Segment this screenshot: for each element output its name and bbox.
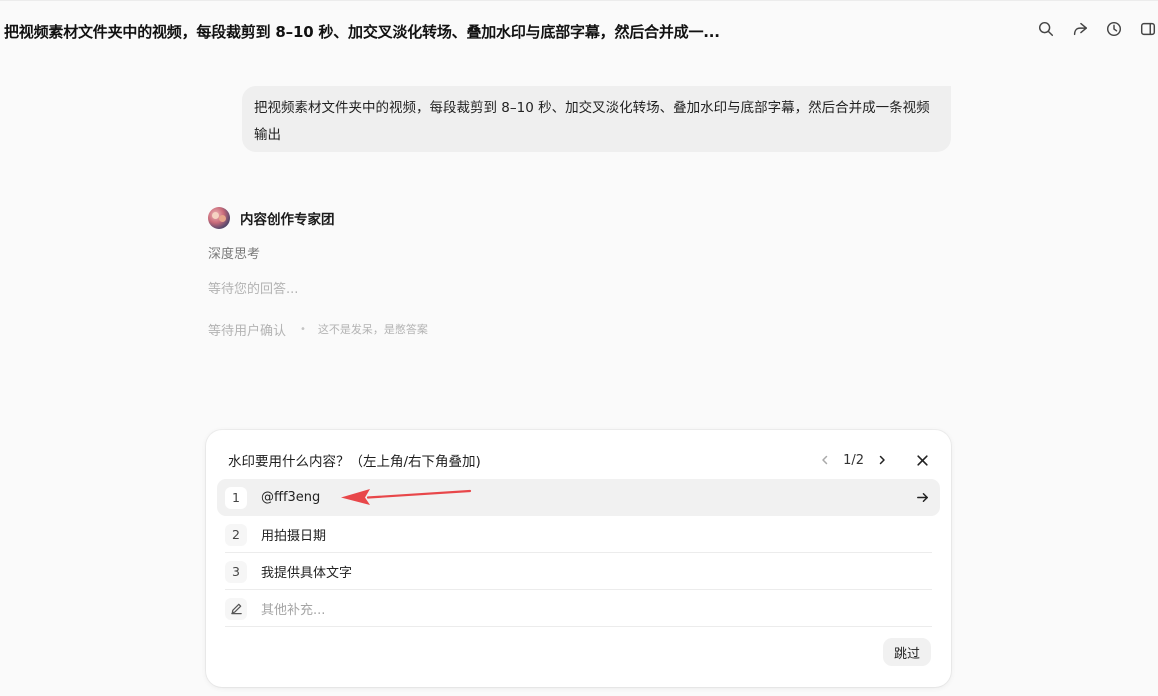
option-item-2[interactable]: 2 用拍摄日期: [217, 516, 940, 553]
confirm-status: 等待用户确认: [208, 323, 287, 339]
arrow-right-icon[interactable]: [915, 490, 930, 505]
question-header: 水印要用什么内容？（左上角/右下角叠加) 1/2: [228, 449, 931, 471]
top-bar: 把视频素材文件夹中的视频，每段裁剪到 8–10 秒、加交叉淡化转场、叠加水印与底…: [0, 0, 1158, 62]
waiting-text: 等待您的回答...: [208, 282, 299, 297]
sidebar-toggle-icon[interactable]: [1138, 18, 1158, 40]
agent-name: 内容创作专家团: [240, 212, 335, 228]
question-pager: 1/2: [816, 451, 931, 469]
avatar-detail: [212, 212, 219, 219]
option-number: 2: [225, 523, 247, 546]
close-icon[interactable]: [913, 451, 931, 469]
assistant-message: 内容创作专家团 深度思考 等待您的回答... 等待用户确认 • 这不是发呆，是憋…: [208, 205, 948, 339]
other-input[interactable]: 其他补充...: [261, 599, 325, 618]
pencil-icon: [225, 597, 247, 620]
skip-button[interactable]: 跳过: [883, 638, 931, 666]
option-label: 用拍摄日期: [261, 529, 327, 544]
option-number: 1: [225, 486, 247, 509]
option-item-3[interactable]: 3 我提供具体文字: [217, 553, 940, 590]
avatar-detail: [219, 215, 226, 222]
chevron-left-icon[interactable]: [816, 451, 834, 469]
option-item-1[interactable]: 1 @fff3eng: [217, 479, 940, 516]
question-card: 水印要用什么内容？（左上角/右下角叠加) 1/2 1 @fff3eng 2 用拍…: [206, 430, 951, 687]
option-label: 我提供具体文字: [261, 566, 353, 581]
option-list: 1 @fff3eng 2 用拍摄日期 3 我提供具体文字 其他补充...: [217, 479, 940, 627]
user-message-bubble: 把视频素材文件夹中的视频，每段裁剪到 8–10 秒、加交叉淡化转场、叠加水印与底…: [242, 86, 951, 152]
confirm-note: 这不是发呆，是憋答案: [317, 323, 428, 336]
page-title: 把视频素材文件夹中的视频，每段裁剪到 8–10 秒、加交叉淡化转场、叠加水印与底…: [4, 23, 720, 41]
share-icon[interactable]: [1070, 18, 1090, 40]
other-input-row[interactable]: 其他补充...: [217, 590, 940, 627]
deep-think-toggle[interactable]: 深度思考: [208, 245, 948, 265]
option-number: 3: [225, 560, 247, 583]
history-icon[interactable]: [1104, 18, 1124, 40]
toolbar-icons: [1036, 18, 1158, 40]
top-divider: [0, 0, 1158, 1]
agent-header: 内容创作专家团: [208, 205, 948, 231]
option-label: @fff3eng: [261, 490, 321, 505]
search-icon[interactable]: [1036, 18, 1056, 40]
question-title: 水印要用什么内容？（左上角/右下角叠加): [228, 454, 481, 470]
chevron-right-icon[interactable]: [873, 451, 891, 469]
confirm-status-row: 等待用户确认 • 这不是发呆，是憋答案: [208, 319, 948, 339]
separator-dot: •: [300, 323, 306, 335]
avatar: [208, 207, 230, 229]
page-indicator: 1/2: [843, 452, 864, 468]
